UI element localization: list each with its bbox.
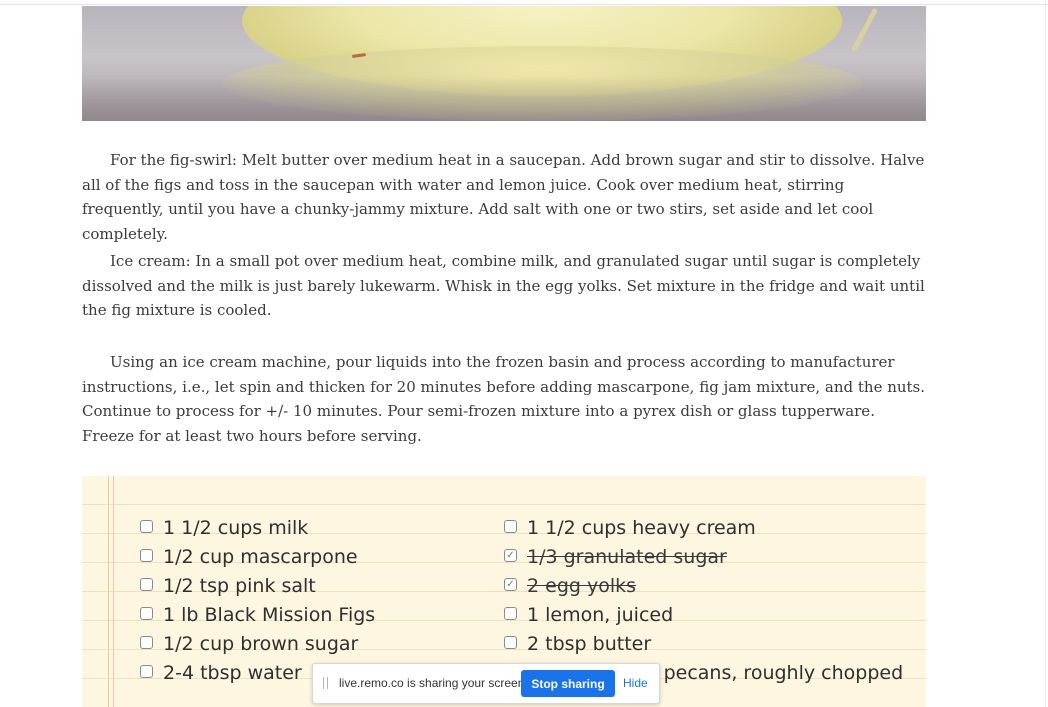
photo-shadow <box>82 76 926 121</box>
stop-sharing-button[interactable]: Stop sharing <box>521 670 615 697</box>
checkbox-checked-icon[interactable]: ✓ <box>504 578 517 591</box>
checkbox-empty-icon[interactable] <box>504 636 517 649</box>
ingredient-label: 2 tbsp butter <box>527 633 652 655</box>
photo-stem <box>851 7 878 53</box>
ingredient-item[interactable]: 2 tbsp butter <box>504 630 903 659</box>
ingredient-label: 2-4 tbsp water <box>163 662 302 684</box>
ingredient-item[interactable]: 1/2 cup brown sugar <box>140 630 375 659</box>
checkbox-empty-icon[interactable] <box>504 520 517 533</box>
checkbox-empty-icon[interactable] <box>504 607 517 620</box>
recipe-photo <box>82 6 926 121</box>
ingredient-label: 1/3 granulated sugar <box>527 546 727 568</box>
ingredient-item[interactable]: 1 lb Black Mission Figs <box>140 601 375 630</box>
instructions-paragraph-ice-cream: Ice cream: In a small pot over medium he… <box>82 252 925 319</box>
notebook-margin-line <box>108 476 109 707</box>
ingredient-item[interactable]: 1 1/2 cups heavy cream <box>504 514 903 543</box>
ingredient-label: 2 egg yolks <box>527 575 637 597</box>
ingredient-item[interactable]: 1 1/2 cups milk <box>140 514 375 543</box>
ingredient-label: 1/2 tsp pink salt <box>163 575 316 597</box>
ingredient-label: 1/2 cup brown sugar <box>163 633 359 655</box>
ingredient-label: 1 1/2 cups milk <box>163 517 309 539</box>
ingredient-item[interactable]: ✓ 1/3 granulated sugar <box>504 543 903 572</box>
checkbox-checked-icon[interactable]: ✓ <box>504 549 517 562</box>
ingredient-item[interactable]: 1/2 cup mascarpone <box>140 543 375 572</box>
checkbox-empty-icon[interactable] <box>140 520 153 533</box>
hide-link[interactable]: Hide <box>623 676 648 690</box>
instructions-paragraph-fig-swirl: For the fig-swirl: Melt butter over medi… <box>82 151 925 243</box>
checkbox-empty-icon[interactable] <box>140 665 153 678</box>
checkbox-empty-icon[interactable] <box>140 607 153 620</box>
checkbox-empty-icon[interactable] <box>140 549 153 562</box>
ingredient-item[interactable]: 1/2 tsp pink salt <box>140 572 375 601</box>
ingredient-label: 1 lemon, juiced <box>527 604 674 626</box>
share-message: live.remo.co is sharing your screen. <box>339 676 528 690</box>
ingredients-list-right: 1 1/2 cups heavy cream ✓ 1/3 granulated su… <box>504 514 903 688</box>
top-border <box>0 4 1048 5</box>
ingredients-list-left: 1 1/2 cups milk 1/2 cup mascarpone 1/2 tsp… <box>140 514 375 688</box>
checkbox-empty-icon[interactable] <box>140 578 153 591</box>
screen-share-bar: live.remo.co is sharing your screen. Sto… <box>312 663 660 704</box>
drag-grip-icon[interactable] <box>323 677 331 689</box>
ingredient-label: 1 lb Black Mission Figs <box>163 604 376 626</box>
ingredient-item[interactable]: ✓ 2 egg yolks <box>504 572 903 601</box>
notebook-margin-line <box>113 476 114 707</box>
ingredient-item[interactable]: 1 lemon, juiced <box>504 601 903 630</box>
checkbox-empty-icon[interactable] <box>140 636 153 649</box>
ingredient-label: 1 1/2 cups heavy cream <box>527 517 756 539</box>
ingredient-label: 1/2 cup mascarpone <box>163 546 358 568</box>
scrollbar-track[interactable] <box>1045 0 1046 707</box>
instructions-paragraph-machine: Using an ice cream machine, pour liquids… <box>82 353 926 445</box>
